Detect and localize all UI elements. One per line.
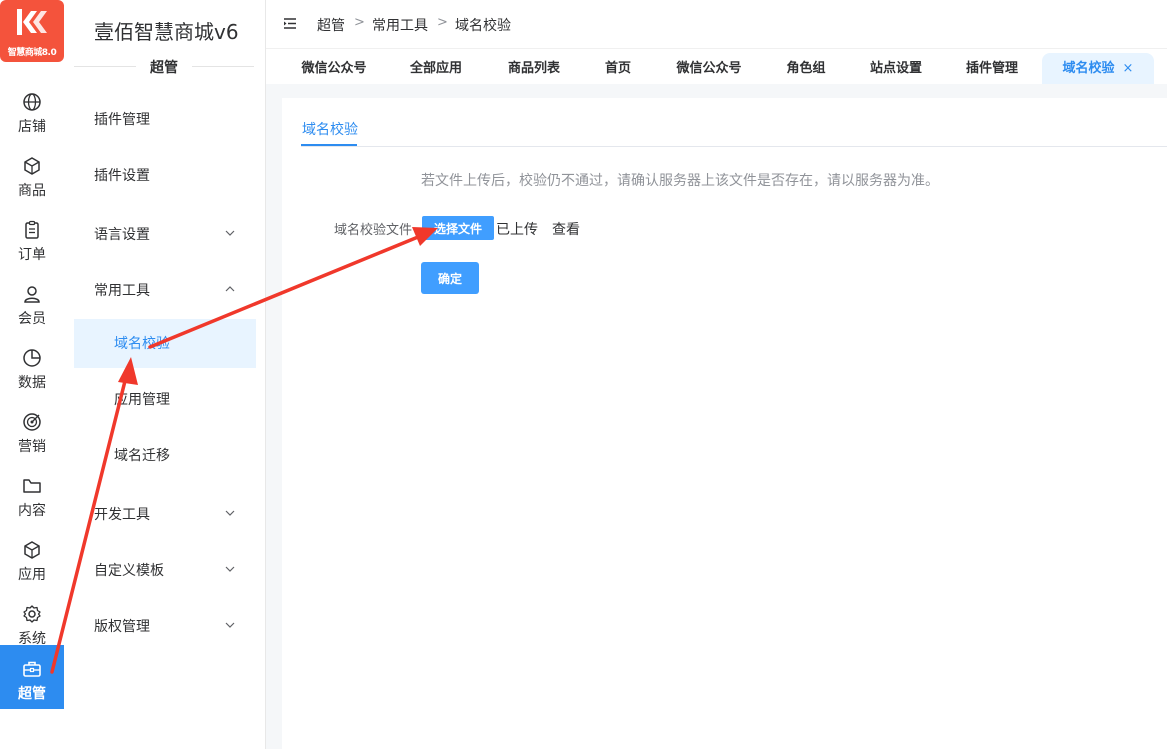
tab-site-settings[interactable]: 站点设置 [856, 49, 936, 85]
globe-icon [23, 93, 41, 111]
top-header: 超管 > 常用工具 > 域名校验 [266, 0, 1167, 48]
breadcrumb-current: 域名校验 [455, 18, 511, 34]
menu-item-label: 应用管理 [114, 392, 170, 408]
brand-title: 壹佰智慧商城v6 [94, 20, 239, 44]
rail-label: 超管 [18, 686, 46, 702]
hint-text: 若文件上传后，校验仍不通过，请确认服务器上该文件是否存在，请以服务器为准。 [421, 173, 939, 189]
rail-label: 店铺 [18, 119, 46, 135]
breadcrumb-item[interactable]: 常用工具 [372, 15, 428, 35]
menu-item-domain-verify[interactable]: 域名校验 [74, 319, 256, 368]
tab-wechat-official-2[interactable]: 微信公众号 [661, 49, 757, 85]
close-icon[interactable]: × [1123, 61, 1134, 76]
rail-label: 订单 [18, 247, 46, 263]
menu-fold-icon[interactable] [284, 18, 296, 29]
chevron-down-icon [225, 622, 235, 628]
rail-item-goods[interactable]: 商品 [0, 142, 64, 206]
menu-item-label: 常用工具 [94, 283, 150, 299]
upload-status: 已上传 [496, 222, 538, 238]
rail-item-apps[interactable]: 应用 [0, 526, 64, 590]
rail-item-content[interactable]: 内容 [0, 462, 64, 526]
rail-item-members[interactable]: 会员 [0, 270, 64, 334]
chevron-down-icon [225, 566, 235, 572]
folder-icon [23, 479, 41, 493]
choose-file-button[interactable]: 选择文件 [422, 216, 494, 240]
tab-roles[interactable]: 角色组 [778, 49, 834, 85]
cube-icon [24, 157, 40, 175]
menu-item-app-manage[interactable]: 应用管理 [74, 375, 256, 423]
confirm-button[interactable]: 确定 [421, 262, 479, 294]
menu-item-label: 开发工具 [94, 507, 150, 523]
menu-item-plugin-settings[interactable]: 插件设置 [74, 151, 256, 199]
gear-icon [23, 605, 41, 623]
menu-item-dev-tools[interactable]: 开发工具 [74, 490, 256, 538]
tab-plugin-manage[interactable]: 插件管理 [952, 49, 1032, 85]
logo-mark-icon [17, 9, 47, 35]
menu-item-plugin-manage[interactable]: 插件管理 [74, 95, 256, 143]
panel-tab[interactable]: 域名校验 [302, 119, 358, 139]
menu-item-domain-migrate[interactable]: 域名迁移 [74, 431, 256, 479]
tab-all-apps[interactable]: 全部应用 [396, 49, 476, 85]
logo-text: 智慧商城8.0 [7, 48, 57, 58]
rail-item-store[interactable]: 店铺 [0, 78, 64, 142]
tab-home[interactable]: 首页 [596, 49, 640, 85]
breadcrumb-separator: > [437, 15, 448, 30]
menu-item-label: 自定义模板 [94, 563, 164, 579]
rail-label: 会员 [18, 311, 46, 327]
rail-item-orders[interactable]: 订单 [0, 206, 64, 270]
chevron-down-icon [225, 510, 235, 516]
menu-item-label: 域名迁移 [114, 448, 170, 464]
toolbox-icon [23, 661, 41, 677]
user-icon [24, 286, 40, 303]
section-title: 超管 [150, 60, 178, 76]
chevron-up-icon [225, 286, 235, 292]
domain-verify-panel: 域名校验 若文件上传后，校验仍不通过，请确认服务器上该文件是否存在，请以服务器为… [282, 98, 1167, 749]
menu-item-label: 语言设置 [94, 227, 150, 243]
sub-menu: 壹佰智慧商城v6 超管 插件管理 插件设置 语言设置 常用工具 域名校验 应用管… [64, 0, 266, 749]
rail-label: 商品 [18, 183, 46, 199]
clipboard-icon [25, 220, 39, 239]
rail-item-marketing[interactable]: 营销 [0, 398, 64, 462]
app-logo[interactable]: 智慧商城8.0 [0, 0, 64, 62]
tab-bar: 微信公众号 全部应用 商品列表 首页 微信公众号 角色组 站点设置 插件管理 域… [266, 48, 1167, 89]
menu-item-custom-template[interactable]: 自定义模板 [74, 546, 256, 594]
menu-item-label: 域名校验 [114, 336, 170, 352]
tab-wechat-official[interactable]: 微信公众号 [286, 49, 382, 85]
breadcrumb-item[interactable]: 超管 [317, 15, 345, 35]
rail-label: 内容 [18, 503, 46, 519]
menu-item-label: 插件设置 [94, 168, 150, 184]
rail-item-super-admin[interactable]: 超管 [0, 645, 64, 709]
rail-item-data[interactable]: 数据 [0, 334, 64, 398]
active-tab-underline [301, 144, 357, 146]
menu-item-copyright[interactable]: 版权管理 [74, 602, 256, 650]
tab-label: 域名校验 [1062, 61, 1115, 76]
icon-rail: 智慧商城8.0 店铺 商品 订单 会员 数据 营销 内容 应用 系统 超管 [0, 0, 64, 749]
breadcrumb-separator: > [354, 15, 365, 30]
rail-label: 数据 [18, 375, 46, 391]
divider [301, 146, 1167, 147]
form-label: 域名校验文件 [334, 223, 413, 238]
rail-label: 营销 [18, 439, 46, 455]
menu-item-label: 版权管理 [94, 619, 150, 635]
pie-chart-icon [23, 349, 41, 367]
rail-label: 应用 [18, 567, 46, 583]
menu-item-label: 插件管理 [94, 112, 150, 128]
target-icon [23, 413, 41, 431]
menu-item-language[interactable]: 语言设置 [74, 210, 256, 258]
divider [192, 66, 254, 67]
menu-item-common-tools[interactable]: 常用工具 [74, 266, 256, 314]
view-link[interactable]: 查看 [552, 219, 580, 239]
app-root: 智慧商城8.0 店铺 商品 订单 会员 数据 营销 内容 应用 系统 超管 壹佰… [0, 0, 1167, 749]
chevron-down-icon [225, 230, 235, 236]
box-icon [24, 541, 40, 559]
tab-goods-list[interactable]: 商品列表 [494, 49, 574, 85]
